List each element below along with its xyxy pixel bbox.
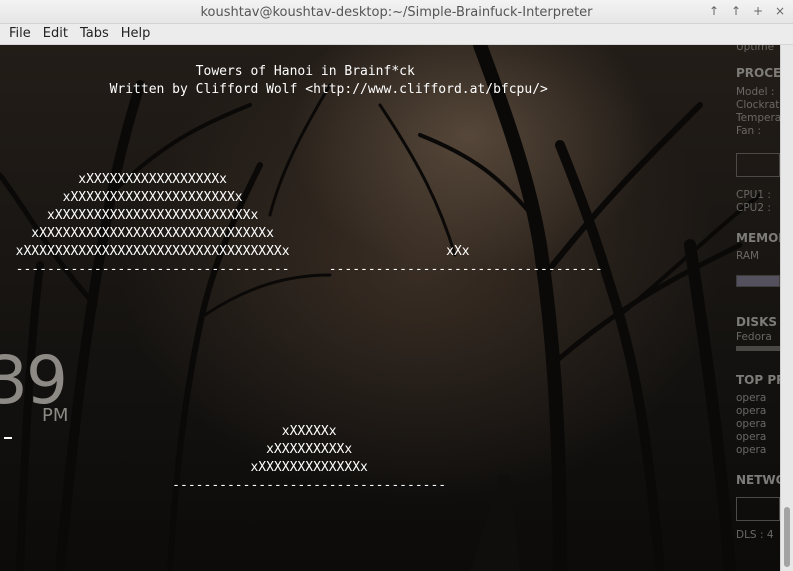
conky-line: Fedora: [736, 331, 772, 343]
menu-help[interactable]: Help: [116, 24, 156, 44]
conky-line: Model :: [736, 86, 775, 98]
conky-line: Fan :: [736, 125, 762, 137]
conky-line: Temperature: [736, 112, 780, 124]
terminal-cursor: [4, 437, 12, 439]
conky-line: DLS : 4: [736, 529, 774, 541]
keep-above-button[interactable]: ↑: [707, 4, 721, 18]
terminal-line: xXXXXXXXXXXXXXXXXXXXXXXXXXXXXXx: [31, 226, 274, 241]
conky-line: opera: [736, 444, 767, 456]
terminal-line: xXXXXXXXXXXXXXXXXXXXXXXXXXx: [46, 208, 259, 223]
terminal-line: Written by Clifford Wolf <http://www.cli…: [109, 82, 548, 97]
conky-section-heading: DISKS: [736, 315, 778, 329]
conky-cpu-graph: [736, 153, 780, 177]
terminal-line: ----------------------------------- ----…: [15, 262, 603, 277]
terminal-area[interactable]: 39 PM Towers of Hanoi in Brainf*ck Writt…: [0, 45, 780, 571]
window-controls: ↑ ↑ + ×: [707, 4, 787, 18]
window-titlebar[interactable]: koushtav@koushtav-desktop:~/Simple-Brain…: [0, 0, 793, 24]
terminal-line: xXXXXXXXXXXXXXXXXXXXXXx: [62, 190, 243, 205]
conky-line: RAM: [736, 250, 760, 262]
menu-edit[interactable]: Edit: [38, 24, 73, 44]
conky-section-heading: NETWORK: [736, 473, 780, 487]
conky-disk-bar: [736, 346, 780, 351]
menu-tabs[interactable]: Tabs: [75, 24, 114, 44]
conky-line: CPU2 :: [736, 202, 771, 214]
conky-sysmon-overlay: Uptime PROCESSOR Model :ClockrateTemperatu…: [734, 45, 780, 571]
terminal-line: Towers of Hanoi in Brainf*ck: [195, 64, 415, 79]
conky-line: opera: [736, 418, 767, 430]
conky-section-heading: TOP PROCESSES: [736, 373, 780, 387]
conky-line: opera: [736, 392, 767, 404]
conky-line: CPU1 :: [736, 189, 771, 201]
conky-section-heading: PROCESSOR: [736, 66, 780, 80]
close-button[interactable]: ×: [773, 4, 787, 18]
terminal-line: xXXXXXXXXXXXXXx: [250, 460, 368, 475]
minimize-button[interactable]: ↑: [729, 4, 743, 18]
conky-section-heading: MEMORY: [736, 231, 780, 245]
conky-line: opera: [736, 405, 767, 417]
maximize-button[interactable]: +: [751, 4, 765, 18]
menu-file[interactable]: File: [4, 24, 36, 44]
conky-line: Uptime: [736, 45, 775, 53]
terminal-scrollbar[interactable]: [780, 45, 793, 571]
conky-ram-bar: [736, 275, 780, 287]
terminal-line: xXXXXXXXXXXXXXXXXXXXXXXXXXXXXXXXXXx xXx: [15, 244, 470, 259]
terminal-output: Towers of Hanoi in Brainf*ck Written by …: [0, 45, 603, 495]
scrollbar-thumb[interactable]: [784, 507, 790, 567]
terminal-line: -----------------------------------: [172, 478, 447, 493]
conky-line: opera: [736, 431, 767, 443]
menu-bar: File Edit Tabs Help: [0, 24, 793, 45]
terminal-line: xXXXXXXXXXx: [266, 442, 353, 457]
terminal-line: xXXXXXXXXXXXXXXXXXx: [78, 172, 227, 187]
terminal-line: xXXXXXx: [281, 424, 337, 439]
conky-line: Clockrate: [736, 99, 780, 111]
window-title: koushtav@koushtav-desktop:~/Simple-Brain…: [200, 5, 593, 20]
conky-network-graph: [736, 497, 780, 521]
